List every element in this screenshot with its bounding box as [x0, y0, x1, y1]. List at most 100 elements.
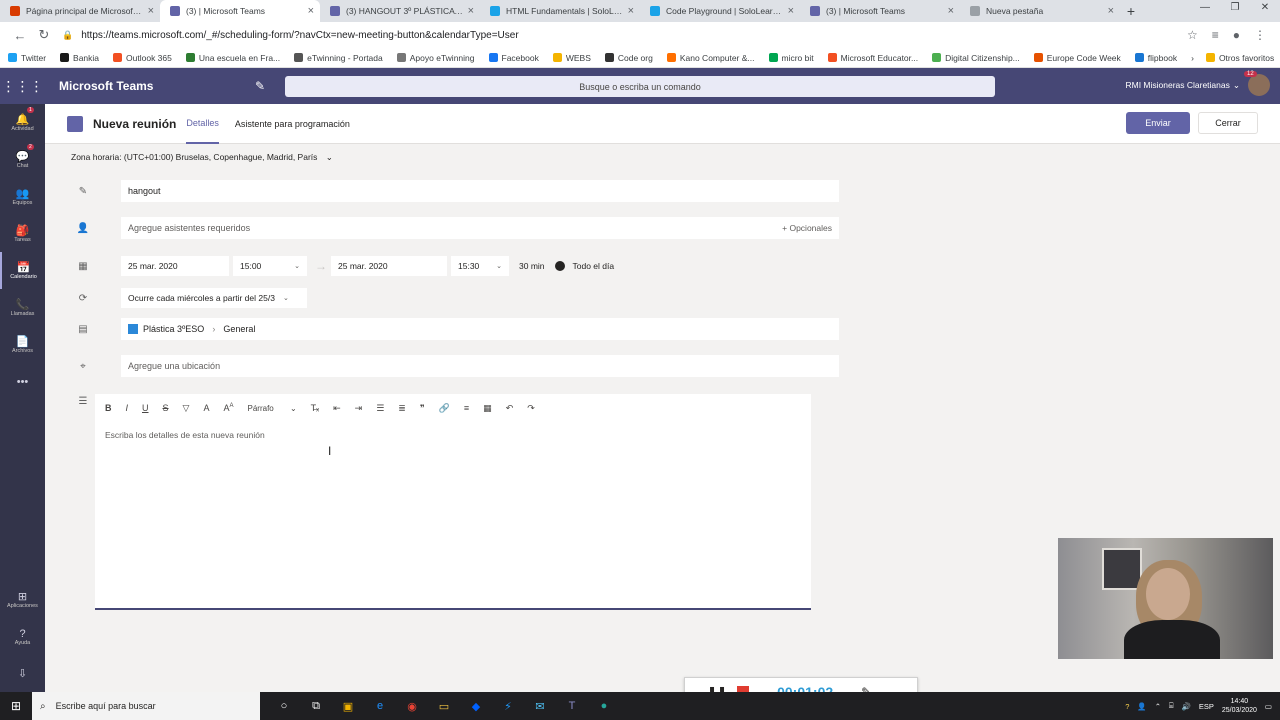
bookmark-item[interactable]: micro bit [768, 53, 814, 63]
taskbar-search[interactable]: ⌕ Escribe aquí para buscar [32, 692, 260, 720]
volume-icon[interactable]: 🔊 [1182, 702, 1191, 711]
undo-icon[interactable]: ↶ [506, 403, 514, 414]
close-button[interactable]: Cerrar [1198, 112, 1258, 134]
download-app-icon[interactable]: ⇩ [0, 655, 45, 692]
rail-item-chat[interactable]: 💬 Chat 2 [0, 141, 45, 178]
bulleted-list-icon[interactable]: ☰ [376, 403, 384, 414]
indent-icon[interactable]: ⇥ [355, 403, 363, 414]
strikethrough-icon[interactable]: S [163, 403, 169, 413]
rail-item-ayuda[interactable]: ? Ayuda [0, 618, 45, 655]
avatar[interactable]: 12 [1244, 71, 1270, 96]
recorder-taskbar-icon[interactable]: ● [588, 700, 620, 713]
link-icon[interactable]: 🔗 [439, 403, 450, 414]
browser-tab[interactable]: Página principal de Microsoft Of × [0, 0, 160, 22]
menu-icon[interactable]: ⋮ [1254, 28, 1266, 42]
quote-icon[interactable]: ❞ [420, 403, 425, 414]
browser-tab[interactable]: (3) | Microsoft Teams × [800, 0, 960, 22]
notifications-icon[interactable]: ▭ [1265, 702, 1272, 711]
cortana-icon[interactable]: ○ [268, 700, 300, 713]
close-tab-icon[interactable]: × [468, 5, 474, 17]
close-tab-icon[interactable]: × [148, 5, 154, 17]
bookmark-item[interactable]: Microsoft Educator... [827, 53, 918, 63]
bookmark-item[interactable]: Kano Computer &... [666, 53, 755, 63]
rail-item-archivos[interactable]: 📄 Archivos [0, 326, 45, 363]
bookmark-item[interactable]: Outlook 365 [113, 53, 172, 63]
bookmark-item[interactable]: Una escuela en Fra... [185, 53, 280, 63]
clear-format-icon[interactable]: T̶ₓ [311, 403, 319, 413]
end-date-picker[interactable]: 25 mar. 2020 [331, 256, 447, 276]
bookmark-item[interactable]: Bankia [60, 53, 99, 63]
explorer-icon[interactable]: ▭ [428, 700, 460, 713]
browser-tab[interactable]: (3) HANGOUT 3º PLÁSTICA :dud × [320, 0, 480, 22]
attendees-input[interactable]: Agregue asistentes requeridos + Opcional… [121, 217, 839, 239]
browser-tab[interactable]: Code Playground | SoloLearn: Le × [640, 0, 800, 22]
teams-taskbar-icon[interactable]: T [556, 700, 588, 713]
redo-icon[interactable]: ↷ [527, 403, 535, 414]
edge-icon[interactable]: e [364, 700, 396, 713]
bookmark-item[interactable]: WEBS [552, 53, 591, 63]
highlight-icon[interactable]: ▽ [183, 403, 190, 414]
numbered-list-icon[interactable]: ≣ [398, 403, 406, 414]
close-tab-icon[interactable]: × [788, 5, 794, 17]
app-launcher-icon[interactable]: ⋮⋮⋮ [0, 78, 45, 95]
url-field[interactable]: 🔒 https://teams.microsoft.com/_#/schedul… [62, 25, 1187, 45]
more-apps-button[interactable]: ••• [0, 363, 45, 400]
language-indicator[interactable]: ESP [1199, 702, 1214, 711]
optional-attendees-link[interactable]: + Opcionales [782, 223, 832, 233]
store-icon[interactable]: ▣ [332, 700, 364, 713]
send-button[interactable]: Enviar [1126, 112, 1190, 134]
align-icon[interactable]: ≡ [464, 403, 469, 413]
close-window-icon[interactable]: ✕ [1250, 0, 1280, 18]
subject-input[interactable]: hangout [121, 180, 839, 202]
reading-list-icon[interactable]: ≡ [1212, 28, 1219, 42]
chevron-right-icon[interactable]: › [1191, 53, 1194, 63]
clock[interactable]: 14:40 25/03/2020 [1222, 697, 1257, 715]
tab-scheduling-assistant[interactable]: Asistente para programación [235, 104, 350, 144]
start-date-picker[interactable]: 25 mar. 2020 [121, 256, 229, 276]
italic-icon[interactable]: I [126, 403, 129, 413]
restore-icon[interactable]: ❐ [1220, 0, 1250, 18]
chrome-icon[interactable]: ◉ [396, 700, 428, 713]
back-icon[interactable]: ← [8, 28, 32, 43]
browser-tab[interactable]: HTML Fundamentals | SoloLearn × [480, 0, 640, 22]
end-time-picker[interactable]: 15:30 ⌄ [451, 256, 509, 276]
close-tab-icon[interactable]: × [628, 5, 634, 17]
location-input[interactable]: Agregue una ubicación [121, 355, 839, 377]
channel-input[interactable]: Plástica 3ºESO › General [121, 318, 839, 340]
account-menu[interactable]: RMI Misioneras Claretianas ⌄ 12 [1125, 71, 1270, 96]
bookmark-item[interactable]: Code org [604, 53, 653, 63]
rail-item-equipos[interactable]: 👥 Equipos [0, 178, 45, 215]
rail-item-tareas[interactable]: 🎒 Tareas [0, 215, 45, 252]
help-tray-icon[interactable]: ? [1125, 702, 1129, 711]
bookmark-item[interactable]: Twitter [8, 53, 46, 63]
reload-icon[interactable]: ↻ [32, 27, 56, 43]
details-editor[interactable]: B I U S ▽ A AA Párrafo ⌄ T̶ₓ ⇤ ⇥ ☰ ≣ ❞ 🔗… [95, 394, 811, 610]
start-icon[interactable]: ⊞ [0, 699, 32, 713]
rail-item-actividad[interactable]: 🔔 Actividad 1 [0, 104, 45, 141]
paragraph-dropdown[interactable]: Párrafo ⌄ [248, 404, 297, 413]
task-view-icon[interactable]: ⧉ [300, 700, 332, 713]
dropbox-icon[interactable]: ◆ [460, 700, 492, 713]
bookmark-item[interactable]: eTwinning - Portada [294, 53, 383, 63]
bookmark-item[interactable]: Europe Code Week [1033, 53, 1121, 63]
command-search[interactable]: Busque o escriba un comando [285, 76, 995, 97]
start-time-picker[interactable]: 15:00 ⌄ [233, 256, 307, 276]
browser-tab[interactable]: Nueva pestaña × [960, 0, 1120, 22]
browser-tab[interactable]: (3) | Microsoft Teams × [160, 0, 320, 22]
tab-details[interactable]: Detalles [186, 104, 219, 144]
outdent-icon[interactable]: ⇤ [333, 403, 341, 414]
mail-icon[interactable]: ✉ [524, 700, 556, 713]
close-tab-icon[interactable]: × [308, 5, 314, 17]
app-icon[interactable]: ⚡ [492, 700, 524, 713]
compose-icon[interactable]: ✎ [255, 79, 275, 93]
bookmark-item[interactable]: Facebook [488, 53, 539, 63]
close-tab-icon[interactable]: × [948, 5, 954, 17]
bookmark-item[interactable]: Digital Citizenship... [932, 53, 1020, 63]
close-tab-icon[interactable]: × [1108, 5, 1114, 17]
rail-item-calendario[interactable]: 📅 Calendario [0, 252, 45, 289]
new-tab-button[interactable]: + [1120, 0, 1142, 22]
recurrence-dropdown[interactable]: Ocurre cada miércoles a partir del 25/3 … [121, 288, 307, 308]
rail-item-llamadas[interactable]: 📞 Llamadas [0, 289, 45, 326]
font-size-icon[interactable]: AA [223, 403, 233, 413]
underline-icon[interactable]: U [142, 403, 149, 413]
